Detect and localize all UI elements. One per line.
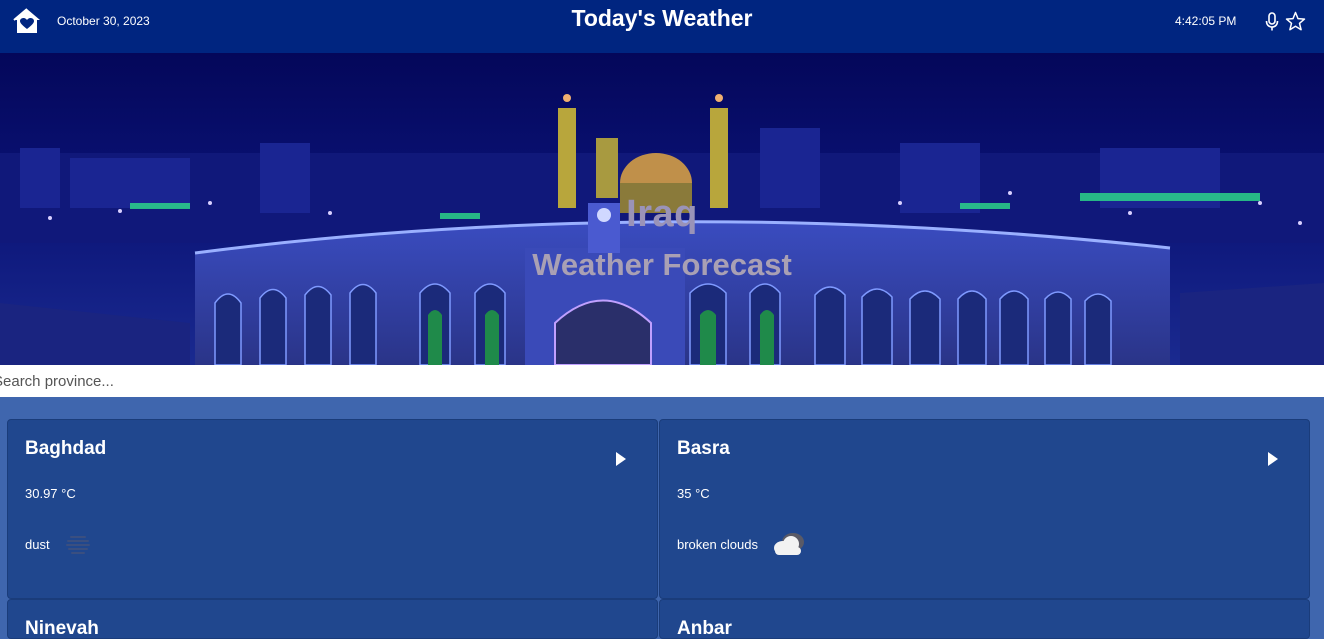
province-temperature: 30.97 °C: [25, 486, 76, 501]
search-bar: [0, 365, 1324, 397]
hero-subtitle: Weather Forecast: [532, 247, 792, 282]
page-title: Today's Weather: [571, 5, 753, 31]
province-name: Ninevah: [25, 618, 99, 639]
province-card-anbar[interactable]: Anbar: [659, 599, 1310, 639]
province-name: Anbar: [677, 618, 732, 639]
province-name: Basra: [677, 438, 730, 459]
province-card-ninevah[interactable]: Ninevah: [7, 599, 658, 639]
star-icon[interactable]: [1285, 11, 1306, 32]
hero-title: Iraq: [626, 193, 698, 235]
search-input[interactable]: [0, 365, 1324, 397]
dust-icon: [63, 530, 93, 561]
hero-banner: Iraq Weather Forecast: [0, 53, 1324, 365]
province-name: Baghdad: [25, 438, 107, 459]
play-icon[interactable]: [615, 452, 627, 466]
current-time: 4:42:05 PM: [1175, 14, 1237, 28]
top-bar: October 30, 2023 Today's Weather 4:42:05…: [0, 0, 1324, 53]
province-temperature: 35 °C: [677, 486, 710, 501]
play-icon[interactable]: [1267, 452, 1279, 466]
microphone-icon[interactable]: [1265, 12, 1279, 31]
province-card-baghdad[interactable]: Baghdad 30.97 °C dust: [7, 419, 658, 599]
province-card-basra[interactable]: Basra 35 °C broken clouds: [659, 419, 1310, 599]
weather-description: dust: [25, 537, 50, 552]
weather-description: broken clouds: [677, 537, 758, 552]
broken-clouds-icon: [769, 530, 809, 563]
